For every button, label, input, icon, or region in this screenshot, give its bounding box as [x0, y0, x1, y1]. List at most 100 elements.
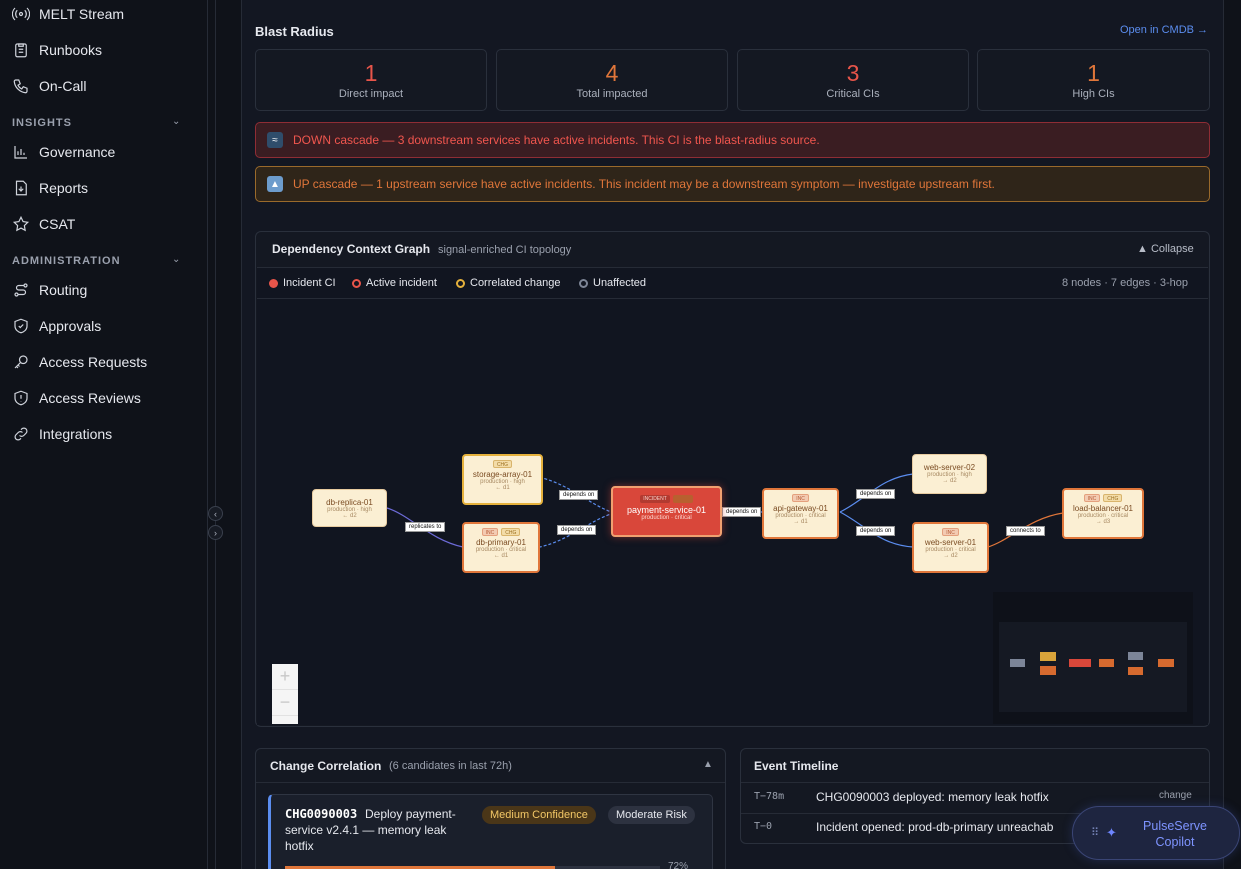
- blast-radius-title: Blast Radius: [255, 24, 334, 39]
- node-storage-array-01[interactable]: CHG storage-array-01 production · high ←…: [462, 454, 543, 505]
- edge-label: connects to: [1006, 526, 1045, 536]
- chevron-right-icon[interactable]: ›: [208, 525, 223, 540]
- node-name: db-primary-01: [476, 538, 526, 547]
- node-db-primary-01[interactable]: INC CHG db-primary-01 production · criti…: [462, 522, 540, 573]
- sidebar-item-integrations[interactable]: Integrations: [12, 423, 112, 445]
- chg-badge-icon: [672, 495, 693, 503]
- node-name: api-gateway-01: [773, 504, 828, 513]
- drag-handle-icon[interactable]: ⠿: [1091, 826, 1099, 839]
- chevron-down-icon[interactable]: ⌄: [172, 116, 180, 127]
- arrow-up-icon: ▲: [267, 176, 283, 192]
- event-timeline-title: Event Timeline: [754, 759, 839, 773]
- node-hop: ← d1: [493, 553, 509, 559]
- sidebar-item-governance[interactable]: Governance: [12, 141, 115, 163]
- route-icon: [14, 283, 28, 297]
- legend-label: Active incident: [366, 277, 437, 289]
- node-name: storage-array-01: [472, 470, 533, 479]
- confidence-badge: Medium Confidence: [482, 806, 596, 824]
- node-db-replica-01[interactable]: db-replica-01 production · high ← d2: [312, 489, 387, 527]
- graph-collapse-button[interactable]: ▲ Collapse: [1137, 243, 1194, 255]
- sidebar-item-routing[interactable]: Routing: [12, 279, 87, 301]
- legend-correlated-change: Correlated change: [456, 277, 561, 289]
- link-icon: [14, 427, 28, 441]
- star-icon: [12, 215, 30, 232]
- minimap-node: [1010, 659, 1025, 667]
- collapse-caret-icon[interactable]: ▲: [703, 759, 713, 770]
- sidebar-item-label: Access Reviews: [39, 390, 141, 406]
- node-name: load-balancer-01: [1072, 504, 1134, 513]
- key-icon: [14, 355, 28, 369]
- wave-icon: ≈: [267, 132, 283, 148]
- minimap-node: [1099, 659, 1114, 667]
- sidebar-item-melt-stream[interactable]: MELT Stream: [12, 3, 124, 25]
- minimap-viewport[interactable]: [999, 622, 1187, 712]
- confidence-percent: 72%: [668, 861, 689, 869]
- open-in-cmdb-link[interactable]: Open in CMDB →: [1120, 24, 1208, 36]
- sidebar-item-label: MELT Stream: [39, 6, 125, 22]
- file-download-icon: [15, 180, 27, 196]
- sidebar-item-approvals[interactable]: Approvals: [12, 315, 101, 337]
- graph-title: Dependency Context Graph: [272, 242, 431, 256]
- stat-label: Direct impact: [338, 88, 404, 100]
- sidebar-item-label: Integrations: [39, 426, 113, 442]
- zoom-in-button[interactable]: +: [272, 664, 298, 690]
- node-payment-service-01[interactable]: INCIDENT payment-service-01 production ·…: [611, 486, 722, 537]
- legend-active-incident: Active incident: [352, 277, 437, 289]
- section-label-administration: ADMINISTRATION: [12, 255, 121, 267]
- divider: [256, 782, 725, 783]
- minimap-node: [1069, 659, 1091, 667]
- sidebar-item-label: Reports: [39, 180, 89, 196]
- sidebar-item-label: Access Requests: [39, 354, 148, 370]
- legend-unaffected: Unaffected: [579, 277, 646, 289]
- stat-value: 3: [846, 60, 860, 86]
- sidebar-divider: [215, 0, 216, 869]
- node-api-gateway-01[interactable]: INC api-gateway-01 production · critical…: [762, 488, 839, 539]
- node-web-server-02[interactable]: web-server-02 production · high → d2: [912, 454, 987, 494]
- sidebar-item-on-call[interactable]: On-Call: [12, 75, 86, 97]
- edge-label: depends on: [557, 525, 597, 535]
- up-cascade-text: UP cascade — 1 upstream service have act…: [293, 177, 995, 191]
- node-hop: ← d1: [495, 485, 510, 491]
- node-load-balancer-01[interactable]: INC CHG load-balancer-01 production · cr…: [1062, 488, 1144, 539]
- divider: [741, 782, 1209, 783]
- event-kind: change: [1159, 790, 1192, 801]
- legend-divider: [257, 298, 1208, 299]
- sidebar-item-runbooks[interactable]: Runbooks: [12, 39, 102, 61]
- sidebar-item-access-reviews[interactable]: Access Reviews: [12, 387, 141, 409]
- legend-incident-ci: Incident CI: [269, 277, 336, 289]
- sidebar-item-access-requests[interactable]: Access Requests: [12, 351, 147, 373]
- legend-label: Correlated change: [470, 277, 561, 289]
- event-text: CHG0090003 deployed: memory leak hotfix: [816, 790, 1049, 804]
- stat-direct-impact: 1 Direct impact: [255, 49, 487, 111]
- chevron-left-icon[interactable]: ‹: [208, 506, 223, 521]
- sidebar-item-csat[interactable]: CSAT: [12, 213, 75, 235]
- chg-badge: CHG: [1103, 494, 1123, 502]
- sidebar-item-label: Runbooks: [39, 42, 103, 58]
- change-correlation-subtitle: (6 candidates in last 72h): [389, 760, 512, 772]
- stat-value: 4: [605, 60, 619, 86]
- inc-badge: INC: [792, 494, 809, 502]
- edge-label: depends on: [559, 490, 599, 500]
- node-web-server-01[interactable]: INC web-server-01 production · critical …: [912, 522, 989, 573]
- copilot-label[interactable]: PulseServe Copilot: [1128, 818, 1222, 850]
- inc-badge: INC: [942, 528, 959, 536]
- sidebar-item-label: On-Call: [39, 78, 87, 94]
- edge-label: depends on: [856, 526, 896, 536]
- stat-label: Critical CIs: [826, 88, 880, 100]
- stat-total-impacted: 4 Total impacted: [496, 49, 728, 111]
- legend-label: Incident CI: [283, 277, 336, 289]
- change-dot-icon: [456, 278, 465, 288]
- minimap-node: [1158, 659, 1174, 667]
- node-hop: → d1: [793, 519, 808, 525]
- node-name: db-replica-01: [326, 498, 373, 507]
- zoom-out-button[interactable]: −: [272, 690, 298, 716]
- sidebar-item-label: CSAT: [39, 216, 76, 232]
- chevron-down-icon[interactable]: ⌄: [172, 254, 180, 265]
- node-sub: production · critical: [641, 515, 692, 521]
- sidebar-item-label: Governance: [39, 144, 116, 160]
- clipboard-icon: [15, 43, 27, 58]
- sidebar-item-reports[interactable]: Reports: [12, 177, 88, 199]
- sidebar-item-label: Routing: [39, 282, 88, 298]
- phone-icon: [13, 79, 28, 94]
- minimap-node: [1128, 652, 1143, 660]
